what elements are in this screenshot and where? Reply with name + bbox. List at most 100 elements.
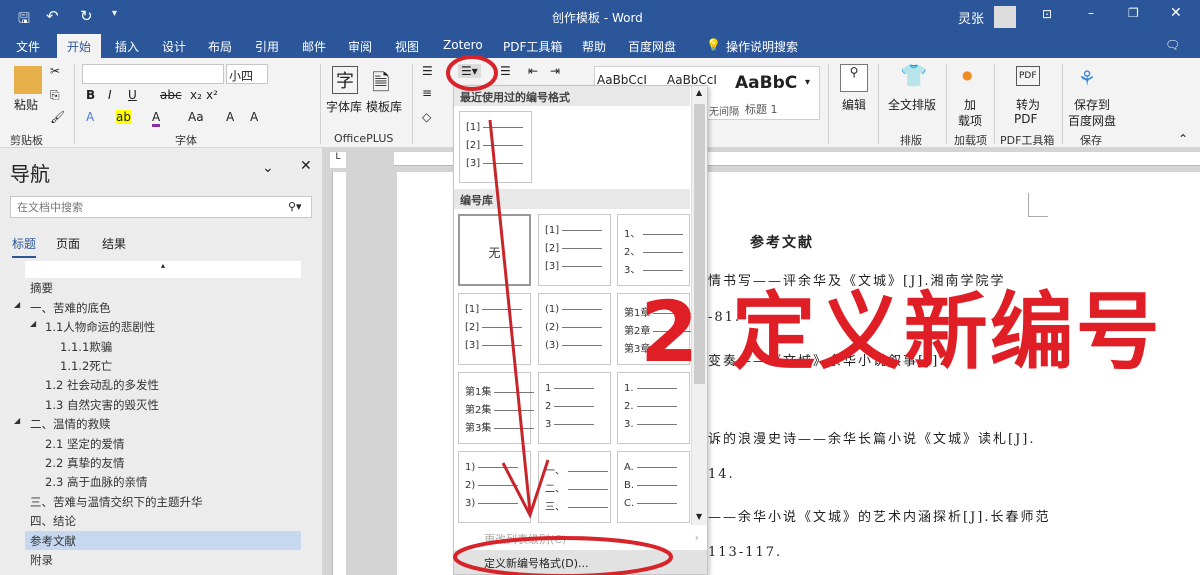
text-effects-button[interactable]: A xyxy=(86,110,94,124)
font-color-button[interactable]: A xyxy=(152,110,161,127)
numbering-format-cell[interactable]: 一、 二、 三、 xyxy=(538,451,611,523)
comments-icon[interactable]: 🗨 xyxy=(1165,38,1180,52)
copy-icon[interactable]: ⎘ xyxy=(50,88,60,103)
scroll-up-button[interactable]: ▴ xyxy=(25,261,301,278)
font-size-input[interactable]: 小四 xyxy=(226,64,268,84)
define-new-format-item[interactable]: 定义新编号格式(D)... xyxy=(454,550,707,574)
numbering-format-cell[interactable]: 第1集 第2集 第3集 xyxy=(458,372,535,444)
highlight-button[interactable]: ab xyxy=(116,110,131,124)
bullets-button[interactable]: ☰ xyxy=(422,64,433,78)
minimize-icon[interactable]: – xyxy=(1088,6,1094,20)
nav-item[interactable]: 1.3 自然灾害的毁灭性 xyxy=(45,397,159,413)
redo-icon[interactable]: ↻ xyxy=(80,7,93,25)
strikethrough-button[interactable]: abc xyxy=(160,88,182,102)
font-library-icon[interactable]: 字 xyxy=(332,66,358,94)
user-name[interactable]: 灵张 xyxy=(958,8,984,27)
avatar[interactable] xyxy=(994,6,1016,28)
close-icon[interactable]: ✕ xyxy=(300,158,312,174)
tab-headings[interactable]: 标题 xyxy=(12,235,37,258)
shading-button[interactable]: ◇ xyxy=(422,110,431,124)
addins-button-line2[interactable]: 载项 xyxy=(958,112,982,129)
to-pdf-line1[interactable]: 转为 xyxy=(1016,96,1040,113)
nav-item[interactable]: 四、结论 xyxy=(30,513,76,529)
paste-icon[interactable] xyxy=(14,66,42,94)
nav-item[interactable]: 三、苦难与温情交织下的主题升华 xyxy=(30,494,203,510)
template-library-button[interactable]: 模板库 xyxy=(366,98,402,115)
tab-pdf-tools[interactable]: PDF工具箱 xyxy=(503,38,562,55)
change-case-button[interactable]: Aa xyxy=(188,110,204,124)
numbering-format-cell[interactable]: 1. 2. 3. xyxy=(617,372,690,444)
addins-button-line1[interactable]: 加 xyxy=(964,96,976,113)
tab-review[interactable]: 审阅 xyxy=(348,38,372,55)
nav-item[interactable]: 二、温情的救赎 xyxy=(30,416,111,432)
nav-item[interactable]: 2.2 真挚的友情 xyxy=(45,455,124,471)
scroll-up-icon[interactable]: ▲ xyxy=(696,88,702,97)
tab-references[interactable]: 引用 xyxy=(255,38,279,55)
tab-mailings[interactable]: 邮件 xyxy=(302,38,326,55)
numbering-format-cell[interactable]: 1) 2) 3) xyxy=(458,451,531,523)
close-icon[interactable]: ✕ xyxy=(1170,5,1182,21)
collapse-triangle-icon[interactable]: ◢ xyxy=(14,416,20,425)
save-baidu-line1[interactable]: 保存到 xyxy=(1074,96,1110,113)
search-icon[interactable]: ⚲ xyxy=(840,64,868,92)
italic-button[interactable]: I xyxy=(108,88,112,102)
format-none[interactable]: 无 xyxy=(458,214,531,286)
numbering-button[interactable]: ☰▾ xyxy=(458,64,481,78)
save-baidu-line2[interactable]: 百度网盘 xyxy=(1068,112,1116,129)
numbering-format-cell[interactable]: (1) (2) (3) xyxy=(538,293,611,365)
edit-button[interactable]: 编辑 xyxy=(842,96,866,113)
nav-item[interactable]: 2.3 高于血脉的亲情 xyxy=(45,474,147,490)
paste-button[interactable]: 粘贴 xyxy=(14,96,38,113)
nav-item[interactable]: 2.1 坚定的爱情 xyxy=(45,436,124,452)
nav-item[interactable]: 1.1人物命运的悲剧性 xyxy=(45,319,155,335)
increase-indent-button[interactable]: ⇥ xyxy=(550,64,560,78)
nav-item[interactable]: 1.1.1欺骗 xyxy=(60,339,112,355)
nav-item-selected[interactable]: 参考文献 xyxy=(30,533,76,549)
restore-icon[interactable]: ❐ xyxy=(1128,6,1139,20)
nav-item[interactable]: 一、苦难的底色 xyxy=(30,300,111,316)
tab-baidu[interactable]: 百度网盘 xyxy=(628,38,676,55)
scroll-down-icon[interactable]: ▼ xyxy=(696,512,702,521)
recent-format-cell[interactable]: [1] [2] [3] xyxy=(459,111,532,183)
decrease-indent-button[interactable]: ⇤ xyxy=(528,64,538,78)
search-icon[interactable]: ⚲▾ xyxy=(288,200,302,213)
numbering-format-cell[interactable]: [1] [2] [3] xyxy=(538,214,611,286)
grow-font-button[interactable]: A xyxy=(226,110,234,124)
tab-pages[interactable]: 页面 xyxy=(56,235,80,252)
full-typeset-button[interactable]: 全文排版 xyxy=(888,96,936,113)
shrink-font-button[interactable]: A xyxy=(250,110,258,124)
numbering-format-cell[interactable]: 1 2 3 xyxy=(538,372,611,444)
tab-insert[interactable]: 插入 xyxy=(115,38,139,55)
ribbon-display-icon[interactable]: ⊡ xyxy=(1042,7,1052,21)
font-library-button[interactable]: 字体库 xyxy=(326,98,362,115)
cut-icon[interactable]: ✂ xyxy=(50,64,60,78)
collapse-triangle-icon[interactable]: ◢ xyxy=(14,300,20,309)
tab-results[interactable]: 结果 xyxy=(102,235,126,252)
numbering-format-cell[interactable]: [1] [2] [3] xyxy=(458,293,531,365)
tab-file[interactable]: 文件 xyxy=(16,38,40,55)
underline-button[interactable]: U xyxy=(128,88,137,102)
tab-design[interactable]: 设计 xyxy=(162,38,186,55)
subscript-button[interactable]: x₂ xyxy=(190,88,202,102)
nav-item[interactable]: 附录 xyxy=(30,552,53,568)
tab-help[interactable]: 帮助 xyxy=(582,38,606,55)
chevron-down-icon[interactable]: ⌄ xyxy=(262,160,274,176)
nav-item[interactable]: 摘要 xyxy=(30,280,53,296)
nav-item[interactable]: 1.1.2死亡 xyxy=(60,358,112,374)
tab-selector[interactable]: L xyxy=(330,152,346,168)
customize-icon[interactable]: ▾ xyxy=(112,8,117,19)
bold-button[interactable]: B xyxy=(86,88,95,102)
align-left-button[interactable]: ≡ xyxy=(422,86,432,100)
nav-search-input[interactable] xyxy=(10,196,312,218)
nav-item[interactable]: 1.2 社会动乱的多发性 xyxy=(45,377,159,393)
format-painter-icon[interactable]: 🖌 xyxy=(50,110,65,124)
style-heading1-preview[interactable]: AaBbC xyxy=(735,73,797,93)
numbering-format-cell[interactable]: 1、 2、 3、 xyxy=(617,214,690,286)
undo-icon[interactable]: ↶ xyxy=(46,7,59,25)
to-pdf-line2[interactable]: PDF xyxy=(1014,112,1037,126)
tell-me-search[interactable]: 操作说明搜索 xyxy=(726,38,798,55)
tab-zotero[interactable]: Zotero xyxy=(443,38,483,52)
save-icon[interactable]: 🖫 xyxy=(18,8,30,32)
superscript-button[interactable]: x² xyxy=(206,88,218,102)
numbering-format-cell[interactable]: A. B. C. xyxy=(617,451,690,523)
